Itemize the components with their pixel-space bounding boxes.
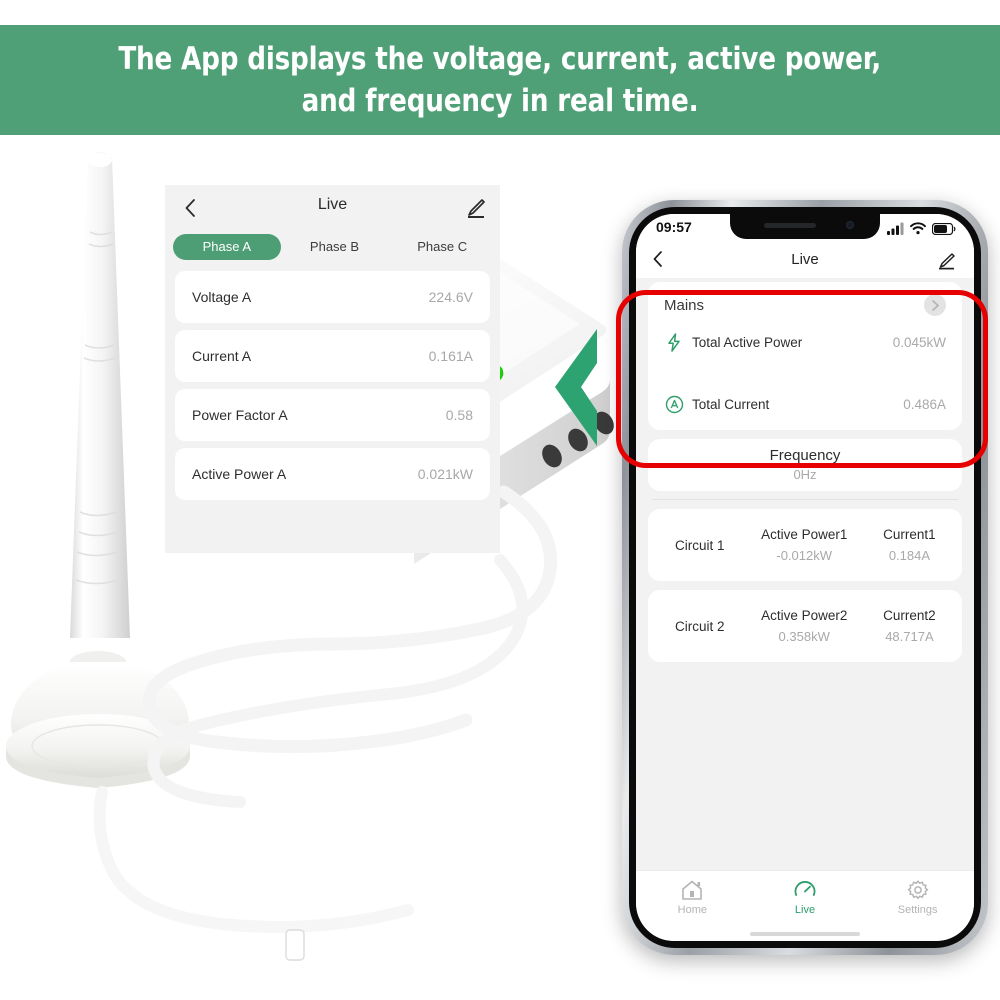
circuit-current-column: Current1 0.184A: [857, 527, 962, 563]
bottom-tab-bar: Home Live Settings: [636, 870, 974, 941]
banner-line-2: and frequency in real time.: [301, 83, 699, 119]
list-item[interactable]: Active Power A 0.021kW: [175, 448, 490, 500]
left-page-title: Live: [317, 196, 348, 213]
pencil-edit-icon[interactable]: [464, 197, 486, 219]
list-item[interactable]: Current A 0.161A: [175, 330, 490, 382]
circuit-power-column: Active Power2 0.358kW: [752, 608, 857, 644]
row-label: Power Factor A: [192, 407, 288, 423]
frequency-card[interactable]: Frequency 0Hz: [648, 439, 962, 491]
earpiece-speaker: [764, 223, 816, 228]
pencil-edit-icon[interactable]: [936, 252, 956, 270]
status-icons: [887, 221, 956, 235]
mains-total-active-power-row: Total Active Power 0.045kW: [648, 322, 962, 362]
ampere-circle-icon: [664, 394, 684, 414]
phone-mockup: 09:57 Live Mains Total Active Power 0.04…: [622, 200, 988, 955]
list-item[interactable]: Voltage A 224.6V: [175, 271, 490, 323]
tab-phase-b[interactable]: Phase B: [281, 234, 389, 260]
tab-label: Settings: [897, 904, 938, 916]
left-nav-bar: Live: [165, 185, 500, 231]
mains-title: Mains: [664, 296, 705, 314]
header-banner: The App displays the voltage, current, a…: [0, 25, 1000, 135]
cell-value: 0.358kW: [778, 629, 830, 644]
circuit-power-column: Active Power1 -0.012kW: [752, 527, 857, 563]
circuit-current-column: Current2 48.717A: [857, 608, 962, 644]
row-value: 0.045kW: [892, 334, 946, 350]
banner-line-1: The App displays the voltage, current, a…: [118, 41, 882, 77]
tab-home[interactable]: Home: [636, 879, 749, 916]
list-item[interactable]: Power Factor A 0.58: [175, 389, 490, 441]
signal-bars-icon: [887, 222, 904, 235]
row-label: Active Power A: [192, 466, 287, 482]
row-value: 0.58: [445, 407, 473, 423]
tab-label: Home: [677, 904, 707, 916]
chevron-right-icon[interactable]: [924, 294, 946, 316]
live-content: Mains Total Active Power 0.045kW Total C…: [636, 278, 974, 870]
left-app-screenshot: Live Phase A Phase B Phase C Voltage A 2…: [165, 185, 500, 553]
status-time: 09:57: [656, 219, 692, 235]
page-root: The App displays the voltage, current, a…: [0, 0, 1000, 1000]
row-label: Total Current: [692, 396, 770, 412]
phone-nav-bar: Live: [636, 244, 974, 278]
row-value: 0.161A: [428, 348, 473, 364]
green-chevron-left-arrow: [555, 329, 597, 446]
row-label: Current A: [192, 348, 252, 364]
phase-a-measurements: Voltage A 224.6V Current A 0.161A Power …: [165, 263, 500, 500]
phone-page-title: Live: [791, 251, 819, 268]
lightning-bolt-icon: [664, 332, 684, 352]
circuit-name: Circuit 1: [675, 537, 725, 553]
column-header: Active Power1: [761, 527, 848, 542]
column-header: Active Power2: [761, 608, 848, 623]
mains-header: Mains: [648, 292, 962, 318]
phase-tabs: Phase A Phase B Phase C: [165, 231, 500, 263]
tab-label: Live: [794, 904, 816, 916]
front-camera: [846, 221, 854, 229]
mains-card[interactable]: Mains Total Active Power 0.045kW Total C…: [648, 282, 962, 430]
row-value: 0.486A: [903, 396, 946, 412]
tab-phase-a[interactable]: Phase A: [173, 234, 281, 260]
tab-settings[interactable]: Settings: [861, 879, 974, 916]
section-divider: [652, 499, 958, 500]
gear-icon: [907, 880, 929, 900]
phone-screen: 09:57 Live Mains Total Active Power 0.04…: [636, 214, 974, 941]
frequency-value: 0Hz: [793, 467, 817, 482]
battery-icon: [932, 223, 956, 235]
cell-value: 48.717A: [885, 629, 934, 644]
home-indicator[interactable]: [750, 932, 860, 936]
row-value: 224.6V: [428, 289, 473, 305]
phone-notch: [730, 214, 880, 239]
gauge-icon: [794, 881, 816, 896]
cell-value: 0.184A: [888, 548, 931, 563]
tab-phase-c[interactable]: Phase C: [388, 234, 496, 260]
tab-live[interactable]: Live: [749, 879, 862, 916]
row-value: 0.021kW: [417, 466, 473, 482]
row-label: Total Active Power: [692, 334, 803, 350]
frequency-label: Frequency: [769, 447, 841, 464]
mains-total-current-row: Total Current 0.486A: [648, 384, 962, 424]
row-label: Voltage A: [192, 289, 252, 305]
home-icon: [682, 880, 703, 900]
column-header: Current1: [883, 527, 936, 542]
column-header: Current2: [883, 608, 936, 623]
wifi-icon: [910, 222, 926, 235]
table-row[interactable]: Circuit 2 Active Power2 0.358kW Current2…: [648, 590, 962, 662]
cell-value: -0.012kW: [776, 548, 833, 563]
table-row[interactable]: Circuit 1 Active Power1 -0.012kW Current…: [648, 509, 962, 581]
circuit-name: Circuit 2: [675, 618, 725, 634]
